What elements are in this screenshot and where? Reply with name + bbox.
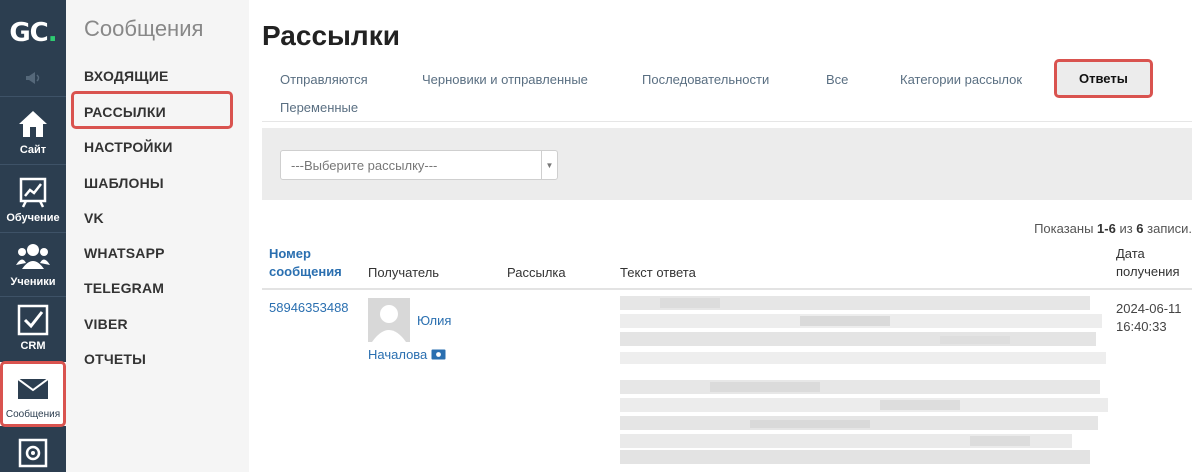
tab-drafts-sent[interactable]: Черновики и отправленные bbox=[422, 72, 588, 87]
chart-icon bbox=[16, 175, 50, 209]
submenu-item-whatsapp[interactable]: WHATSAPP bbox=[84, 245, 165, 261]
rail-item-settings[interactable] bbox=[0, 430, 66, 472]
rail-item-students[interactable]: Ученики bbox=[0, 230, 66, 294]
messages-submenu: Сообщения ВХОДЯЩИЕ РАССЫЛКИ НАСТРОЙКИ ША… bbox=[66, 0, 249, 472]
logo-letters: GC bbox=[9, 18, 48, 48]
rail-separator bbox=[0, 96, 66, 97]
col-header-date: Дата получения bbox=[1116, 246, 1180, 279]
users-icon bbox=[16, 239, 50, 273]
megaphone-icon[interactable] bbox=[24, 70, 42, 86]
tab-variables[interactable]: Переменные bbox=[280, 100, 358, 115]
settings-safe-icon bbox=[16, 436, 50, 469]
id-card-icon bbox=[431, 349, 446, 360]
tabs: Отправляются Черновики и отправленные По… bbox=[262, 58, 1192, 122]
rail-label-site: Сайт bbox=[19, 144, 47, 156]
rail-label-crm: CRM bbox=[20, 340, 46, 352]
submenu-item-vk[interactable]: VK bbox=[84, 210, 104, 226]
chevron-down-icon[interactable]: ▼ bbox=[541, 151, 557, 179]
submenu-item-telegram[interactable]: TELEGRAM bbox=[84, 280, 164, 296]
mailing-select[interactable]: ---Выберите рассылку--- ▼ bbox=[280, 150, 558, 180]
submenu-title: Сообщения bbox=[84, 16, 204, 41]
col-header-recipient: Получатель bbox=[368, 265, 440, 280]
main-content: Рассылки Отправляются Черновики и отправ… bbox=[262, 0, 1200, 472]
submenu-item-viber[interactable]: VIBER bbox=[84, 316, 128, 332]
logo-dot: . bbox=[47, 18, 58, 48]
checkbox-icon bbox=[16, 303, 50, 337]
highlight-messages-rail bbox=[0, 361, 66, 427]
home-icon bbox=[16, 107, 50, 141]
col-header-mailing: Рассылка bbox=[507, 265, 566, 280]
recipient-first-name[interactable]: Юлия bbox=[417, 313, 451, 328]
avatar bbox=[368, 298, 410, 342]
records-summary: Показаны 1-6 из 6 записи. bbox=[1034, 221, 1192, 236]
rail-item-crm[interactable]: CRM bbox=[0, 294, 66, 358]
rail-label-students: Ученики bbox=[10, 276, 56, 288]
highlight-mailings-menu bbox=[71, 91, 233, 129]
rail-item-site[interactable]: Сайт bbox=[0, 98, 66, 162]
rail-label-learning: Обучение bbox=[6, 212, 60, 224]
left-rail: GC. Сайт Обучение Ученики CRM Сообщения bbox=[0, 0, 66, 472]
col-header-reply-text: Текст ответа bbox=[620, 265, 696, 280]
submenu-item-inbox[interactable]: ВХОДЯЩИЕ bbox=[84, 68, 169, 84]
table-header-divider bbox=[262, 288, 1192, 290]
blurred-reply-text bbox=[620, 296, 1108, 464]
tab-sequences[interactable]: Последовательности bbox=[642, 72, 769, 87]
tab-sending[interactable]: Отправляются bbox=[280, 72, 368, 87]
submenu-item-reports[interactable]: ОТЧЕТЫ bbox=[84, 351, 146, 367]
mailing-select-value: ---Выберите рассылку--- bbox=[291, 158, 438, 173]
rail-separator bbox=[0, 164, 66, 165]
recipient-last-name[interactable]: Началова bbox=[368, 347, 446, 362]
page-title: Рассылки bbox=[262, 20, 400, 51]
filter-bar: ---Выберите рассылку--- ▼ bbox=[262, 128, 1192, 200]
submenu-item-templates[interactable]: ШАБЛОНЫ bbox=[84, 175, 164, 191]
tab-replies[interactable]: Ответы bbox=[1054, 59, 1153, 98]
logo[interactable]: GC. bbox=[0, 0, 66, 66]
row-date: 2024-06-11 16:40:33 bbox=[1116, 301, 1182, 334]
rail-item-learning[interactable]: Обучение bbox=[0, 166, 66, 230]
app: GC. Сайт Обучение Ученики CRM Сообщения … bbox=[0, 0, 1200, 472]
col-header-number[interactable]: Номер сообщения bbox=[269, 246, 342, 279]
tab-mailing-categories[interactable]: Категории рассылок bbox=[900, 72, 1022, 87]
message-number-link[interactable]: 58946353488 bbox=[269, 300, 349, 315]
tab-all[interactable]: Все bbox=[826, 72, 848, 87]
submenu-item-settings[interactable]: НАСТРОЙКИ bbox=[84, 139, 173, 155]
